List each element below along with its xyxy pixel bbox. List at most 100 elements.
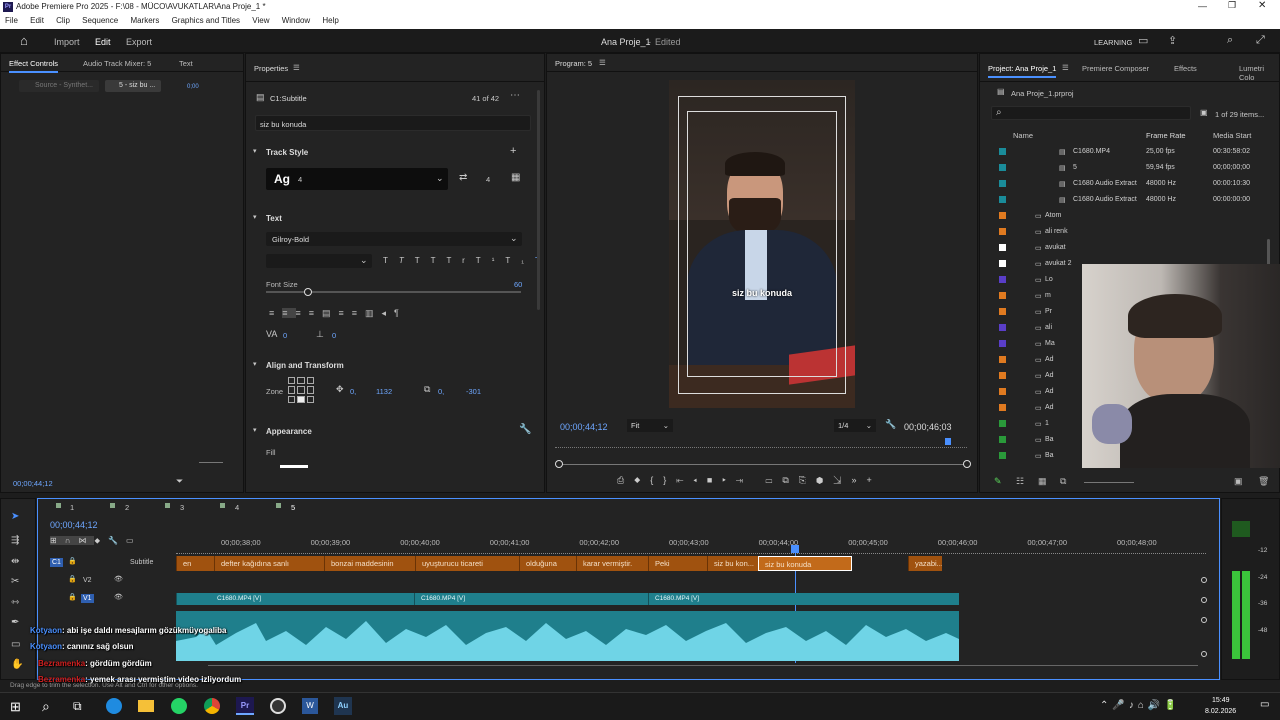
- font-dropdown[interactable]: Gilroy-Bold ⌄: [266, 232, 522, 246]
- pen-tool-icon[interactable]: ✒: [11, 617, 19, 628]
- selection-tool-icon[interactable]: ➤: [11, 511, 19, 522]
- lock-icon[interactable]: 🔒: [68, 557, 77, 565]
- label-color-swatch[interactable]: [999, 404, 1006, 411]
- track-select-icon[interactable]: ⇶: [11, 535, 19, 546]
- properties-scrollbar[interactable]: [537, 90, 540, 310]
- label-color-swatch[interactable]: [999, 180, 1006, 187]
- zone-grid[interactable]: [288, 377, 314, 403]
- label-color-swatch[interactable]: [999, 372, 1006, 379]
- font-style-dropdown[interactable]: ⌄: [266, 254, 372, 268]
- home-icon[interactable]: ⌂: [20, 33, 28, 48]
- clock-date[interactable]: 8.02.2026: [1205, 708, 1236, 715]
- project-menu-icon[interactable]: ☰: [1062, 63, 1069, 72]
- clock-time[interactable]: 15:49: [1212, 697, 1230, 704]
- menu-edit[interactable]: Edit: [30, 16, 44, 25]
- tab-premiere-composer[interactable]: Premiere Composer: [1082, 64, 1149, 73]
- caption-text-field[interactable]: siz bu konuda: [255, 115, 531, 131]
- source-dropdown[interactable]: Source - Synthet...: [19, 80, 99, 92]
- label-color-swatch[interactable]: [999, 324, 1006, 331]
- timeline-tools[interactable]: ⊞∩⋈⬥🔧▭: [50, 536, 142, 546]
- font-size-value[interactable]: 60: [514, 280, 522, 289]
- explorer-icon[interactable]: [138, 700, 154, 712]
- subtitle-clip[interactable]: olduğuna: [519, 556, 576, 571]
- whatsapp-icon[interactable]: [171, 698, 187, 714]
- video-clip[interactable]: C1680.MP4 [V]: [414, 593, 648, 605]
- label-color-swatch[interactable]: [999, 420, 1006, 427]
- edge-icon[interactable]: [106, 698, 122, 714]
- sequence-dropdown[interactable]: 5 - siz bu ...: [105, 80, 161, 92]
- transport-controls[interactable]: ⎙⬥{}⇤◂■▸⇥ ▭⧉⎘⬢⇲»+: [617, 475, 882, 486]
- project-item[interactable]: ▤ C1680 Audio Extract 48000 Hz 00:00:00:00: [991, 191, 1280, 207]
- ec-zoom-slider[interactable]: [199, 462, 223, 463]
- program-ruler[interactable]: [555, 440, 967, 448]
- timeline-timecode[interactable]: 00;00;44;12: [50, 520, 98, 530]
- timeline-ruler[interactable]: 00;00;38;00 00;00;39;00 00;00;40;00 00;00;4…: [176, 538, 1206, 554]
- scale-y[interactable]: -301: [466, 387, 481, 396]
- obs-icon[interactable]: [270, 698, 286, 714]
- subtitle-clip-selected[interactable]: siz bu konuda: [758, 556, 852, 571]
- grid-icon[interactable]: ▦: [511, 172, 520, 183]
- tab-text[interactable]: Text: [179, 59, 193, 68]
- label-color-swatch[interactable]: [999, 244, 1006, 251]
- project-item[interactable]: ▭ avukat: [991, 239, 1280, 255]
- timeline-tab-2[interactable]: 2: [125, 503, 129, 512]
- label-color-swatch[interactable]: [999, 308, 1006, 315]
- export-tab[interactable]: Export: [126, 37, 152, 47]
- tab-properties[interactable]: Properties: [254, 64, 288, 73]
- program-title[interactable]: Program: 5: [555, 59, 592, 68]
- subtitle-clip[interactable]: uyuşturucu ticareti: [415, 556, 519, 571]
- program-menu-icon[interactable]: ☰: [599, 58, 606, 67]
- v2-label[interactable]: V2: [83, 577, 92, 584]
- label-color-swatch[interactable]: [999, 196, 1006, 203]
- menu-markers[interactable]: Markers: [130, 16, 159, 25]
- freeform-icon[interactable]: ⧉: [1060, 476, 1066, 487]
- task-view-icon[interactable]: ⧉: [73, 699, 82, 714]
- learning-tab[interactable]: LEARNING: [1094, 38, 1132, 47]
- col-frame-rate[interactable]: Frame Rate: [1146, 131, 1186, 140]
- label-color-swatch[interactable]: [999, 228, 1006, 235]
- sync-style-icon[interactable]: ⇄: [459, 172, 467, 183]
- label-color-swatch[interactable]: [999, 260, 1006, 267]
- settings-wrench-icon[interactable]: 🔧: [885, 419, 896, 430]
- ripple-tool-icon[interactable]: ⇹: [11, 556, 19, 567]
- timeline-tab-5[interactable]: 5: [291, 503, 295, 512]
- properties-menu-icon[interactable]: ☰: [293, 63, 300, 72]
- rectangle-tool-icon[interactable]: ▭: [11, 639, 20, 650]
- trash-icon[interactable]: 🗑: [1258, 476, 1269, 487]
- icon-view-icon[interactable]: ▦: [1038, 476, 1047, 487]
- premiere-taskbar-icon[interactable]: Pr: [236, 697, 254, 715]
- windows-start-icon[interactable]: ⊞: [10, 699, 21, 715]
- col-media-start[interactable]: Media Start: [1213, 131, 1251, 140]
- add-style-icon[interactable]: +: [510, 145, 516, 157]
- subtitle-clip[interactable]: siz bu kon...: [707, 556, 758, 571]
- label-color-swatch[interactable]: [999, 164, 1006, 171]
- edit-tab[interactable]: Edit: [95, 37, 111, 47]
- bin-icon[interactable]: ▣: [1200, 108, 1208, 117]
- project-item[interactable]: ▤ C1680 Audio Extract 48000 Hz 00:00:10:30: [991, 175, 1280, 191]
- c1-track-button[interactable]: C1: [50, 558, 63, 567]
- resolution-dropdown[interactable]: 1/4 ⌄: [834, 419, 876, 432]
- fill-swatch[interactable]: [280, 465, 308, 468]
- menu-window[interactable]: Window: [282, 16, 310, 25]
- close-button[interactable]: ✕: [1258, 0, 1266, 11]
- program-playhead[interactable]: [945, 438, 951, 445]
- position-x[interactable]: 0,: [350, 387, 356, 396]
- video-frame[interactable]: siz bu konuda: [669, 80, 855, 408]
- video-clip[interactable]: C1680.MP4 [V]: [648, 593, 959, 605]
- slip-tool-icon[interactable]: ⇿: [11, 597, 19, 608]
- notification-icon[interactable]: ▭: [1260, 699, 1269, 710]
- program-timecode[interactable]: 00;00;44;12: [560, 422, 608, 432]
- razor-tool-icon[interactable]: ✂: [11, 576, 19, 587]
- import-tab[interactable]: Import: [54, 37, 80, 47]
- eye-icon[interactable]: 👁: [114, 575, 123, 583]
- project-item[interactable]: ▤ 5 59,94 fps 00;00;00;00: [991, 159, 1280, 175]
- label-color-swatch[interactable]: [999, 276, 1006, 283]
- style-number[interactable]: 4: [486, 175, 490, 184]
- timeline-zoom-bar[interactable]: [208, 665, 1198, 666]
- project-item[interactable]: ▤ C1680.MP4 25,00 fps 00:30:58:02: [991, 143, 1280, 159]
- track-style-dropdown[interactable]: Ag 4 ⌄: [266, 168, 448, 190]
- subtitle-clip[interactable]: bonzai maddesinin: [324, 556, 415, 571]
- subtitle-clip[interactable]: en: [176, 556, 214, 571]
- list-view-icon[interactable]: ☷: [1016, 476, 1024, 487]
- lock-icon[interactable]: 🔒: [68, 593, 77, 601]
